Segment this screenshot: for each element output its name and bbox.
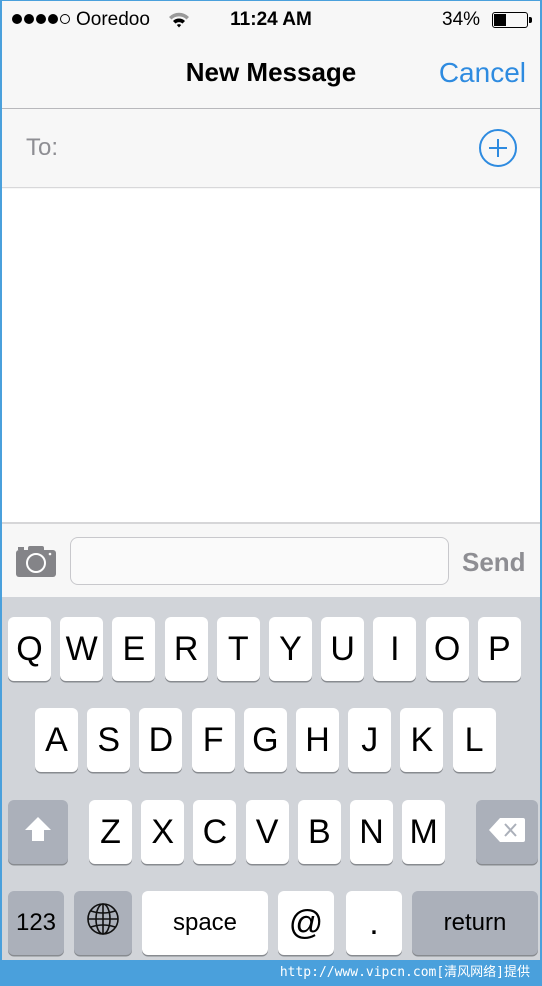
return-key[interactable]: return (412, 891, 538, 955)
key-j[interactable]: J (348, 708, 392, 772)
key-v[interactable]: V (245, 800, 289, 864)
key-u[interactable]: U (321, 617, 365, 681)
shift-arrow-icon (23, 813, 53, 852)
compose-bar: Send (2, 522, 540, 597)
key-t[interactable]: T (216, 617, 260, 681)
navigation-bar: New Message Cancel (2, 39, 540, 109)
key-n[interactable]: N (350, 800, 393, 864)
key-m[interactable]: M (402, 800, 446, 864)
watermark: http://www.vipcn.com[清风网络]提供 (0, 960, 542, 986)
key-e[interactable]: E (112, 617, 156, 681)
key-r[interactable]: R (164, 617, 208, 681)
message-input[interactable] (70, 537, 449, 585)
conversation-area (2, 189, 540, 522)
key-h[interactable]: H (296, 708, 339, 772)
delete-key[interactable] (476, 800, 538, 864)
cancel-button[interactable]: Cancel (439, 57, 526, 89)
shift-key[interactable] (8, 800, 68, 864)
key-o[interactable]: O (425, 617, 469, 681)
camera-icon[interactable] (14, 544, 58, 578)
status-bar: Ooredoo 11:24 AM 34% (2, 1, 540, 39)
key-c[interactable]: C (193, 800, 237, 864)
globe-icon (86, 902, 120, 945)
key-p[interactable]: P (477, 617, 521, 681)
battery-icon (492, 12, 532, 28)
key-z[interactable]: Z (89, 800, 132, 864)
globe-key[interactable] (74, 891, 132, 955)
key-l[interactable]: L (452, 708, 496, 772)
battery-fill (494, 14, 506, 26)
keyboard: 123 space @ . return QWERTYUIOP ASDFGHJKL… (2, 597, 540, 960)
key-g[interactable]: G (243, 708, 287, 772)
key-s[interactable]: S (87, 708, 131, 772)
send-button[interactable]: Send (462, 547, 526, 578)
key-i[interactable]: I (373, 617, 417, 681)
key-d[interactable]: D (139, 708, 183, 772)
key-q[interactable]: Q (8, 617, 51, 681)
key-y[interactable]: Y (269, 617, 312, 681)
numbers-key[interactable]: 123 (8, 891, 64, 955)
key-a[interactable]: A (35, 708, 78, 772)
backspace-icon (488, 813, 526, 852)
key-f[interactable]: F (191, 708, 235, 772)
key-b[interactable]: B (297, 800, 341, 864)
battery-nub (529, 17, 532, 23)
to-label: To: (26, 134, 59, 161)
recipient-row: To: (2, 110, 540, 188)
key-w[interactable]: W (60, 617, 104, 681)
at-key[interactable]: @ (278, 891, 334, 955)
key-k[interactable]: K (400, 708, 444, 772)
key-x[interactable]: X (141, 800, 185, 864)
phone-screen: Ooredoo 11:24 AM 34% New Message Cancel … (0, 0, 542, 960)
plus-circle-icon[interactable] (479, 129, 517, 167)
battery-percentage: 34% (442, 9, 481, 30)
period-key[interactable]: . (346, 891, 402, 955)
recipient-input[interactable] (72, 128, 462, 168)
space-key[interactable]: space (142, 891, 268, 955)
